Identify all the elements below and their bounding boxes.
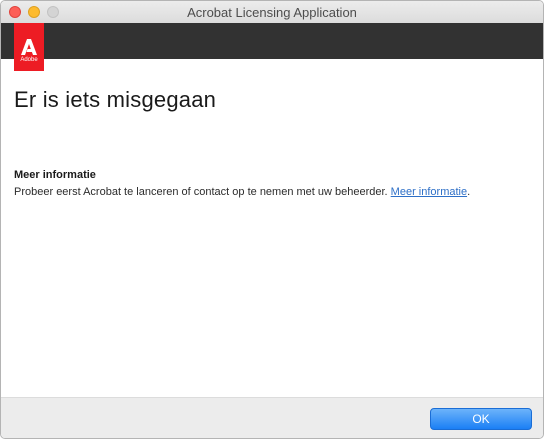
info-text: Probeer eerst Acrobat te lanceren of con…	[14, 186, 470, 199]
error-heading: Er is iets misgegaan	[14, 87, 217, 112]
logo-wordmark: Adobe	[20, 57, 38, 63]
info-suffix: .	[467, 186, 471, 198]
ok-button[interactable]: OK	[430, 408, 532, 430]
dialog-footer: OK	[1, 397, 543, 438]
adobe-a-icon	[21, 39, 37, 55]
title-bar[interactable]: Acrobat Licensing Application	[1, 1, 543, 24]
adobe-logo: Adobe	[14, 23, 44, 71]
window-title: Acrobat Licensing Application	[187, 5, 357, 20]
info-message: Probeer eerst Acrobat te lanceren of con…	[14, 186, 391, 198]
dialog-window: Acrobat Licensing Application Adobe Er i…	[0, 0, 544, 439]
header-band: Adobe	[1, 23, 543, 71]
more-info-link[interactable]: Meer informatie	[391, 186, 467, 198]
info-title: Meer informatie	[14, 169, 96, 181]
